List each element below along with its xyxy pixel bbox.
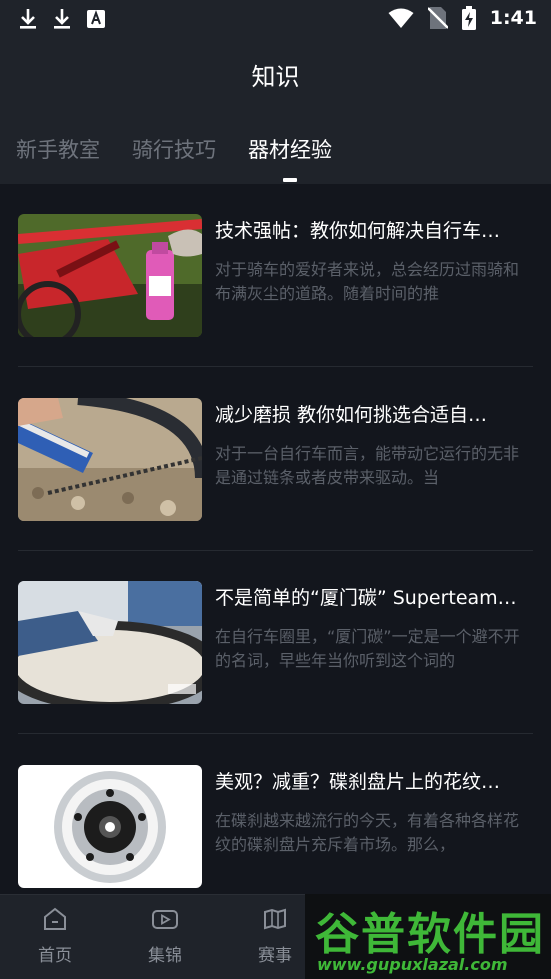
- font-a-icon: [87, 10, 105, 28]
- watermark-url: www.gupuxlazal.com: [317, 955, 508, 974]
- article-list[interactable]: 技术强帖：教你如何解决自行车… 对于骑车的爱好者来说，总会经历过雨骑和布满灰尘的…: [0, 184, 551, 894]
- header: 知识 新手教室 骑行技巧 器材经验: [0, 38, 551, 184]
- nav-highlights[interactable]: 集锦: [125, 907, 205, 966]
- divider: [18, 550, 533, 551]
- map-icon: [264, 908, 286, 930]
- article-thumbnail: [18, 214, 202, 337]
- article-summary: 对于一台自行车而言，能带动它运行的无非是通过链条或者皮带来驱动。当: [215, 444, 520, 487]
- article-title: 不是简单的“厦门碳” Superteam…: [215, 587, 517, 609]
- article-thumbnail: [18, 581, 202, 704]
- article-item[interactable]: 不是简单的“厦门碳” Superteam… 在自行车圈里，“厦门碳”一定是一个避…: [18, 581, 533, 704]
- article-summary: 在碟刹越来越流行的今天，有着各种各样花纹的碟刹盘片充斥着市场。那么，: [215, 811, 520, 854]
- tab-riding-skills[interactable]: 骑行技巧: [132, 134, 216, 164]
- watermark: 谷普软件园 www.gupuxlazal.com: [305, 894, 551, 979]
- nav-highlights-label: 集锦: [148, 946, 182, 966]
- status-bar: 1:41: [0, 0, 551, 38]
- nav-events[interactable]: 赛事: [235, 907, 315, 966]
- no-sim-icon: [427, 7, 448, 29]
- status-time: 1:41: [489, 7, 537, 29]
- tab-equipment[interactable]: 器材经验: [248, 134, 332, 182]
- wifi-icon: [388, 8, 414, 28]
- watermark-brand: 谷普软件园: [315, 909, 545, 960]
- download-icon: [54, 9, 70, 29]
- nav-home[interactable]: 首页: [15, 907, 95, 966]
- tab-equipment-label: 器材经验: [248, 138, 332, 162]
- article-thumbnail: [18, 398, 202, 521]
- category-tabs: 新手教室 骑行技巧 器材经验: [16, 134, 332, 182]
- video-icon: [152, 910, 178, 929]
- tab-beginner[interactable]: 新手教室: [16, 134, 100, 164]
- article-title: 减少磨损 教你如何挑选合适自…: [215, 404, 488, 426]
- article-thumbnail: [18, 765, 202, 888]
- article-summary: 对于骑车的爱好者来说，总会经历过雨骑和布满灰尘的道路。随着时间的推: [215, 260, 520, 303]
- divider: [18, 366, 533, 367]
- download-icon: [20, 9, 36, 29]
- home-icon: [44, 907, 66, 930]
- divider: [18, 733, 533, 734]
- battery-charging-icon: [461, 6, 476, 30]
- article-title: 技术强帖：教你如何解决自行车…: [215, 220, 501, 242]
- active-tab-indicator: [283, 178, 297, 182]
- article-summary: 在自行车圈里，“厦门碳”一定是一个避不开的名词，早些年当你听到这个词的: [215, 627, 520, 670]
- page-title: 知识: [251, 63, 300, 91]
- nav-home-label: 首页: [38, 946, 72, 966]
- nav-events-label: 赛事: [258, 946, 292, 966]
- article-item[interactable]: 减少磨损 教你如何挑选合适自… 对于一台自行车而言，能带动它运行的无非是通过链条…: [18, 398, 533, 521]
- article-item[interactable]: 技术强帖：教你如何解决自行车… 对于骑车的爱好者来说，总会经历过雨骑和布满灰尘的…: [18, 214, 533, 337]
- article-title: 美观？减重？碟刹盘片上的花纹…: [215, 771, 501, 793]
- article-item[interactable]: 美观？减重？碟刹盘片上的花纹… 在碟刹越来越流行的今天，有着各种各样花纹的碟刹盘…: [18, 765, 533, 888]
